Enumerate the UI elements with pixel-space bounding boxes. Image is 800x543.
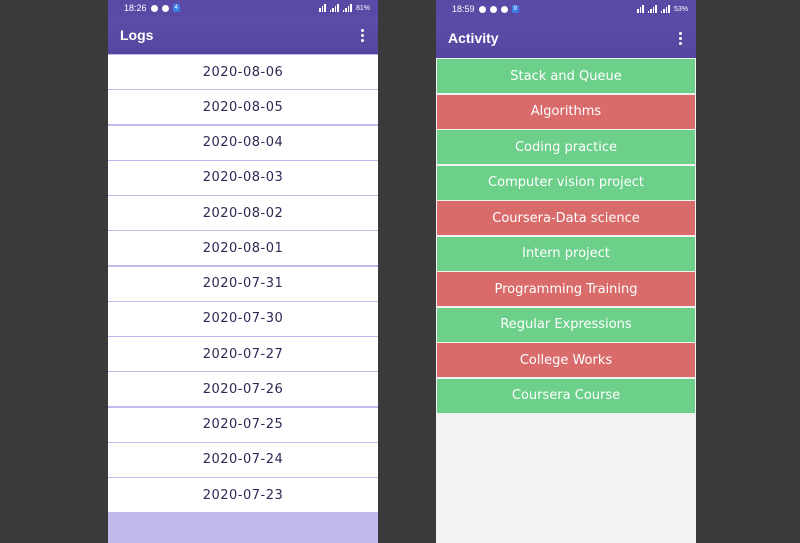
activity-list: Stack and Queue Algorithms Coding practice… [436, 58, 696, 413]
wifi-icon [637, 5, 644, 13]
battery-text: 53% [673, 5, 688, 13]
status-bar: 18:26 4 81% [108, 0, 378, 16]
more-options-icon[interactable] [359, 25, 366, 46]
log-date-row[interactable]: 2020-08-05 [108, 90, 378, 125]
activity-item[interactable]: Computer vision project [437, 165, 695, 200]
log-date-row[interactable]: 2020-08-01 [108, 231, 378, 266]
signal-icon [342, 4, 352, 12]
status-time: 18:26 [124, 3, 147, 13]
log-date-row[interactable]: 2020-08-03 [108, 160, 378, 195]
log-date-row[interactable]: 2020-08-02 [108, 196, 378, 230]
log-date-row[interactable]: 2020-08-04 [108, 125, 378, 160]
activity-item[interactable]: Coding practice [437, 130, 695, 164]
app-bar: Logs [108, 16, 378, 54]
logs-screen: 18:26 4 81% Logs 2020-08-06 2020-08-05 202… [108, 0, 378, 543]
log-date-row[interactable]: 2020-07-27 [108, 337, 378, 371]
activity-item[interactable]: Coursera-Data science [437, 201, 695, 235]
signal-icon [329, 4, 339, 12]
log-date-row[interactable]: 2020-07-31 [108, 266, 378, 301]
activity-item[interactable]: Programming Training [437, 272, 695, 306]
more-options-icon[interactable] [677, 28, 684, 49]
notification-badge-icon: 4 [172, 4, 180, 12]
page-title: Activity [448, 30, 499, 46]
notification-badge-icon: 9 [511, 5, 519, 13]
log-date-row[interactable]: 2020-08-06 [108, 55, 378, 89]
app-bar: Activity [436, 18, 696, 58]
battery-text: 81% [355, 4, 370, 12]
notification-icon [161, 4, 169, 12]
activity-item[interactable]: Regular Expressions [437, 307, 695, 342]
activity-screen: 18:59 9 53% Activity Stack and Queue Algo… [436, 0, 696, 543]
log-date-row[interactable]: 2020-07-23 [108, 478, 378, 512]
wifi-icon [319, 4, 326, 12]
log-date-row[interactable]: 2020-07-25 [108, 407, 378, 442]
status-bar: 18:59 9 53% [436, 0, 696, 18]
page-title: Logs [120, 27, 154, 43]
activity-item[interactable]: Algorithms [437, 94, 695, 129]
log-date-row[interactable]: 2020-07-24 [108, 442, 378, 477]
log-date-row[interactable]: 2020-07-26 [108, 372, 378, 407]
activity-item[interactable]: Coursera Course [437, 378, 695, 413]
activity-item[interactable]: College Works [437, 343, 695, 377]
activity-item[interactable]: Intern project [437, 236, 695, 271]
notification-icon [489, 5, 497, 13]
notification-icon [150, 4, 158, 12]
status-time: 18:59 [452, 4, 475, 14]
activity-item[interactable]: Stack and Queue [437, 59, 695, 93]
signal-icon [660, 5, 670, 13]
notification-icon [478, 5, 486, 13]
logs-list: 2020-08-06 2020-08-05 2020-08-04 2020-08-03… [108, 55, 378, 512]
log-date-row[interactable]: 2020-07-30 [108, 301, 378, 336]
notification-icon [500, 5, 508, 13]
signal-icon [647, 5, 657, 13]
